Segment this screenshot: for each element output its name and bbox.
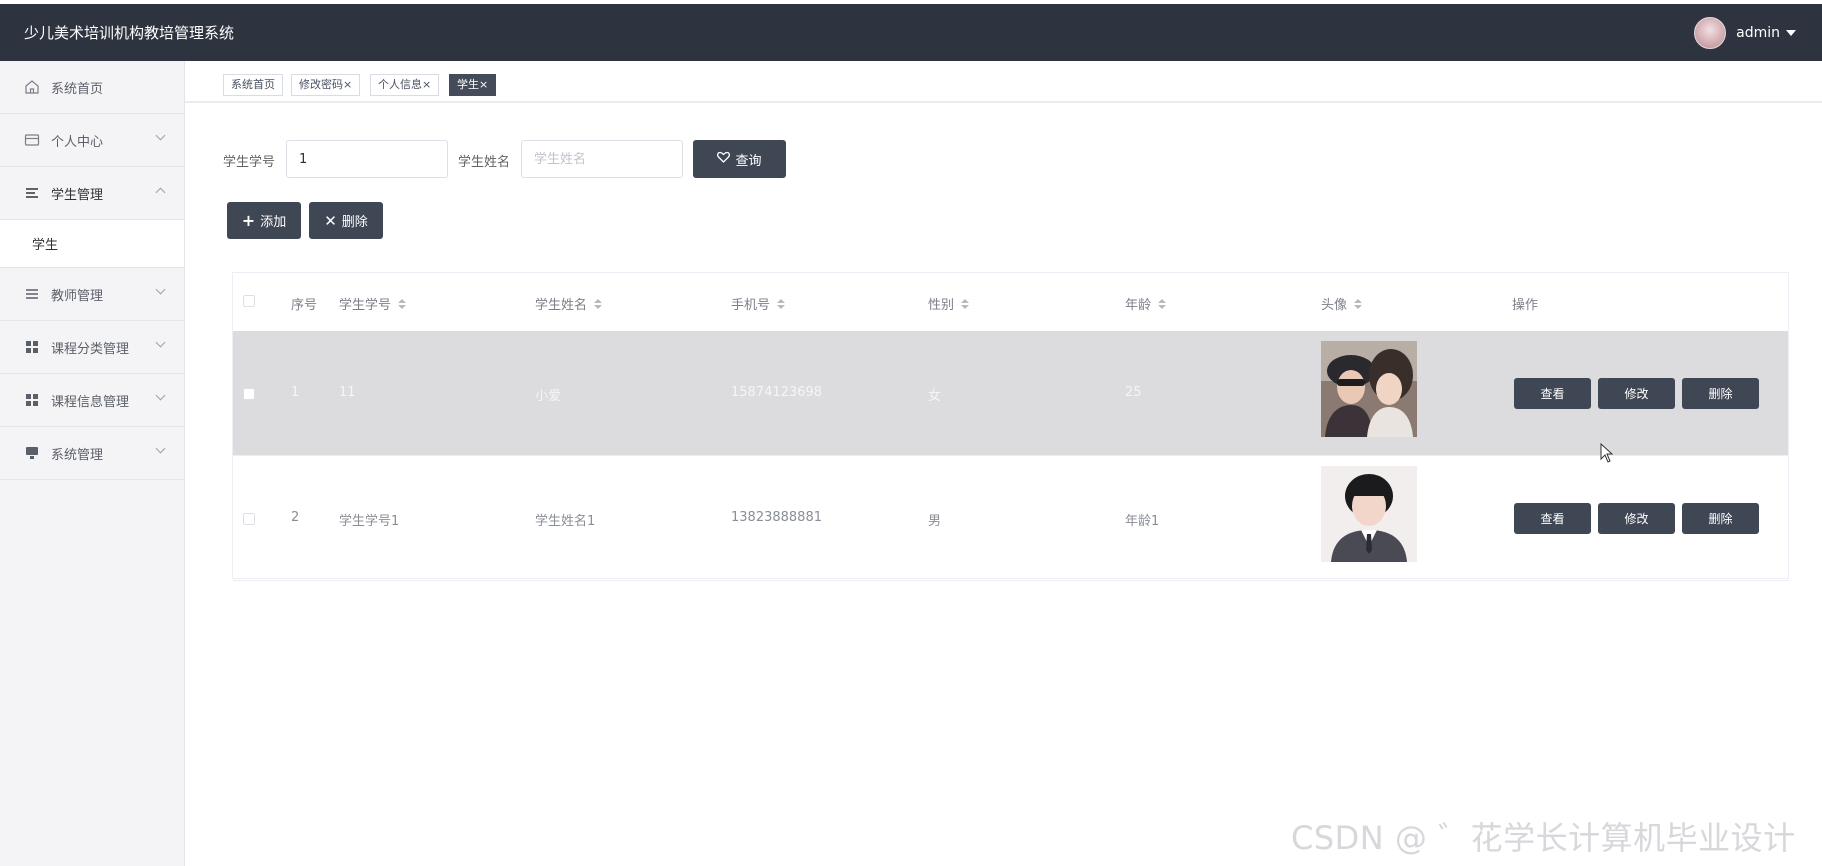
table-header: 序号 学生学号 学生姓名 手机号 性别 年龄 头像 操作 xyxy=(233,273,1788,332)
sidebar-item-home[interactable]: 系统首页 xyxy=(0,61,184,114)
edit-button[interactable]: 修改 xyxy=(1598,378,1675,409)
sidebar-item-course-category[interactable]: 课程分类管理 xyxy=(0,321,184,374)
sidebar-item-system-management[interactable]: 系统管理 xyxy=(0,427,184,480)
sidebar-item-teacher-management[interactable]: 教师管理 xyxy=(0,268,184,321)
delete-row-button[interactable]: 删除 xyxy=(1682,503,1759,534)
sort-icon[interactable] xyxy=(777,298,786,309)
monitor-icon xyxy=(24,445,40,461)
top-bar: 少儿美术培训机构教培管理系统 admin xyxy=(0,0,1822,61)
plus-icon: + xyxy=(241,211,256,230)
tab-personal-info[interactable]: 个人信息× xyxy=(370,74,440,96)
cell-student-name: 学生姓名1 xyxy=(535,514,596,529)
sort-icon[interactable] xyxy=(1158,298,1167,309)
student-name-input[interactable] xyxy=(521,140,683,178)
cell-student-no: 11 xyxy=(339,385,356,400)
cell-age: 25 xyxy=(1125,385,1142,400)
chevron-down-icon xyxy=(155,337,166,348)
tab-home[interactable]: 系统首页 xyxy=(223,74,283,96)
sidebar-item-label: 个人中心 xyxy=(51,134,104,150)
sidebar-subitem-student[interactable]: 学生 xyxy=(0,220,184,268)
cell-student-name: 小爱 xyxy=(535,389,562,404)
chevron-up-icon xyxy=(155,187,166,198)
app-title: 少儿美术培训机构教培管理系统 xyxy=(24,24,235,42)
home-icon xyxy=(24,79,40,95)
header-phone[interactable]: 手机号 xyxy=(731,294,786,313)
sidebar-item-student-management[interactable]: 学生管理 xyxy=(0,167,184,220)
sidebar-item-label: 学生管理 xyxy=(51,187,104,203)
sort-icon[interactable] xyxy=(594,298,603,309)
header-index: 序号 xyxy=(291,298,318,313)
student-no-input[interactable] xyxy=(286,140,448,178)
header-age[interactable]: 年龄 xyxy=(1125,294,1167,313)
sidebar-item-label: 系统首页 xyxy=(51,81,104,97)
add-button[interactable]: + 添加 xyxy=(227,202,301,239)
header-gender[interactable]: 性别 xyxy=(928,294,970,313)
delete-row-button[interactable]: 删除 xyxy=(1682,378,1759,409)
sidebar: 系统首页 个人中心 学生管理 学生 教师管理 课程分类管理 课程信息管理 系统管… xyxy=(0,61,185,866)
list-icon xyxy=(24,185,40,201)
grid-icon xyxy=(24,339,40,355)
avatar-thumbnail xyxy=(1321,341,1417,437)
cell-student-no: 学生学号1 xyxy=(339,514,400,529)
cell-index: 2 xyxy=(291,510,300,525)
view-button[interactable]: 查看 xyxy=(1514,378,1591,409)
watermark: CSDN @ ゛花学长计算机毕业设计 xyxy=(1291,819,1796,857)
cell-index: 1 xyxy=(291,385,300,400)
chevron-down-icon xyxy=(155,130,166,141)
view-button[interactable]: 查看 xyxy=(1514,503,1591,534)
user-menu[interactable]: admin xyxy=(1694,17,1796,49)
sidebar-item-label: 教师管理 xyxy=(51,288,104,304)
list-icon xyxy=(24,286,40,302)
cell-gender: 女 xyxy=(928,389,942,404)
sidebar-item-label: 课程信息管理 xyxy=(51,394,130,410)
sort-icon[interactable] xyxy=(398,298,407,309)
avatar[interactable] xyxy=(1694,17,1727,49)
sidebar-item-label: 系统管理 xyxy=(51,447,104,463)
sidebar-item-label: 课程分类管理 xyxy=(51,341,130,357)
heart-icon xyxy=(717,151,731,167)
avatar-thumbnail xyxy=(1321,466,1417,562)
chevron-down-icon xyxy=(155,390,166,401)
cell-phone: 13823888881 xyxy=(731,510,822,525)
student-no-label: 学生学号 xyxy=(223,155,276,170)
header-student-name[interactable]: 学生姓名 xyxy=(535,294,603,313)
select-all-checkbox[interactable] xyxy=(243,295,255,307)
sidebar-item-course-info[interactable]: 课程信息管理 xyxy=(0,374,184,427)
sidebar-item-personal-center[interactable]: 个人中心 xyxy=(0,114,184,167)
delete-button[interactable]: ✕ 删除 xyxy=(309,202,383,239)
student-table: 序号 学生学号 学生姓名 手机号 性别 年龄 头像 操作 1 11 小爱 158… xyxy=(232,272,1789,581)
query-button[interactable]: 查询 xyxy=(693,140,786,178)
cell-gender: 男 xyxy=(928,514,942,529)
cell-age: 年龄1 xyxy=(1125,514,1160,529)
cell-phone: 15874123698 xyxy=(731,385,822,400)
card-icon xyxy=(24,132,40,148)
tab-change-password[interactable]: 修改密码× xyxy=(291,74,361,96)
row-checkbox[interactable] xyxy=(243,513,255,525)
edit-button[interactable]: 修改 xyxy=(1598,503,1675,534)
chevron-down-icon xyxy=(155,443,166,454)
chevron-down-icon xyxy=(155,284,166,295)
student-name-label: 学生姓名 xyxy=(458,155,511,170)
tab-student[interactable]: 学生× xyxy=(449,74,497,96)
mouse-cursor-icon xyxy=(1600,442,1614,467)
table-row[interactable]: 2 学生学号1 学生姓名1 13823888881 男 年龄1 查看 修改 删除 xyxy=(233,456,1788,581)
username[interactable]: admin xyxy=(1736,25,1780,41)
header-avatar[interactable]: 头像 xyxy=(1321,294,1363,313)
row-checkbox[interactable] xyxy=(243,388,255,400)
close-icon: ✕ xyxy=(324,211,337,230)
header-actions: 操作 xyxy=(1512,298,1539,313)
sort-icon[interactable] xyxy=(1354,298,1363,309)
sort-icon[interactable] xyxy=(961,298,970,309)
header-student-no[interactable]: 学生学号 xyxy=(339,294,407,313)
tab-bar: 系统首页 修改密码× 个人信息× 学生× xyxy=(185,61,1822,103)
grid-icon xyxy=(24,392,40,408)
caret-down-icon[interactable] xyxy=(1786,30,1796,36)
table-row[interactable]: 1 11 小爱 15874123698 女 25 查看 修改 删除 xyxy=(233,331,1788,456)
